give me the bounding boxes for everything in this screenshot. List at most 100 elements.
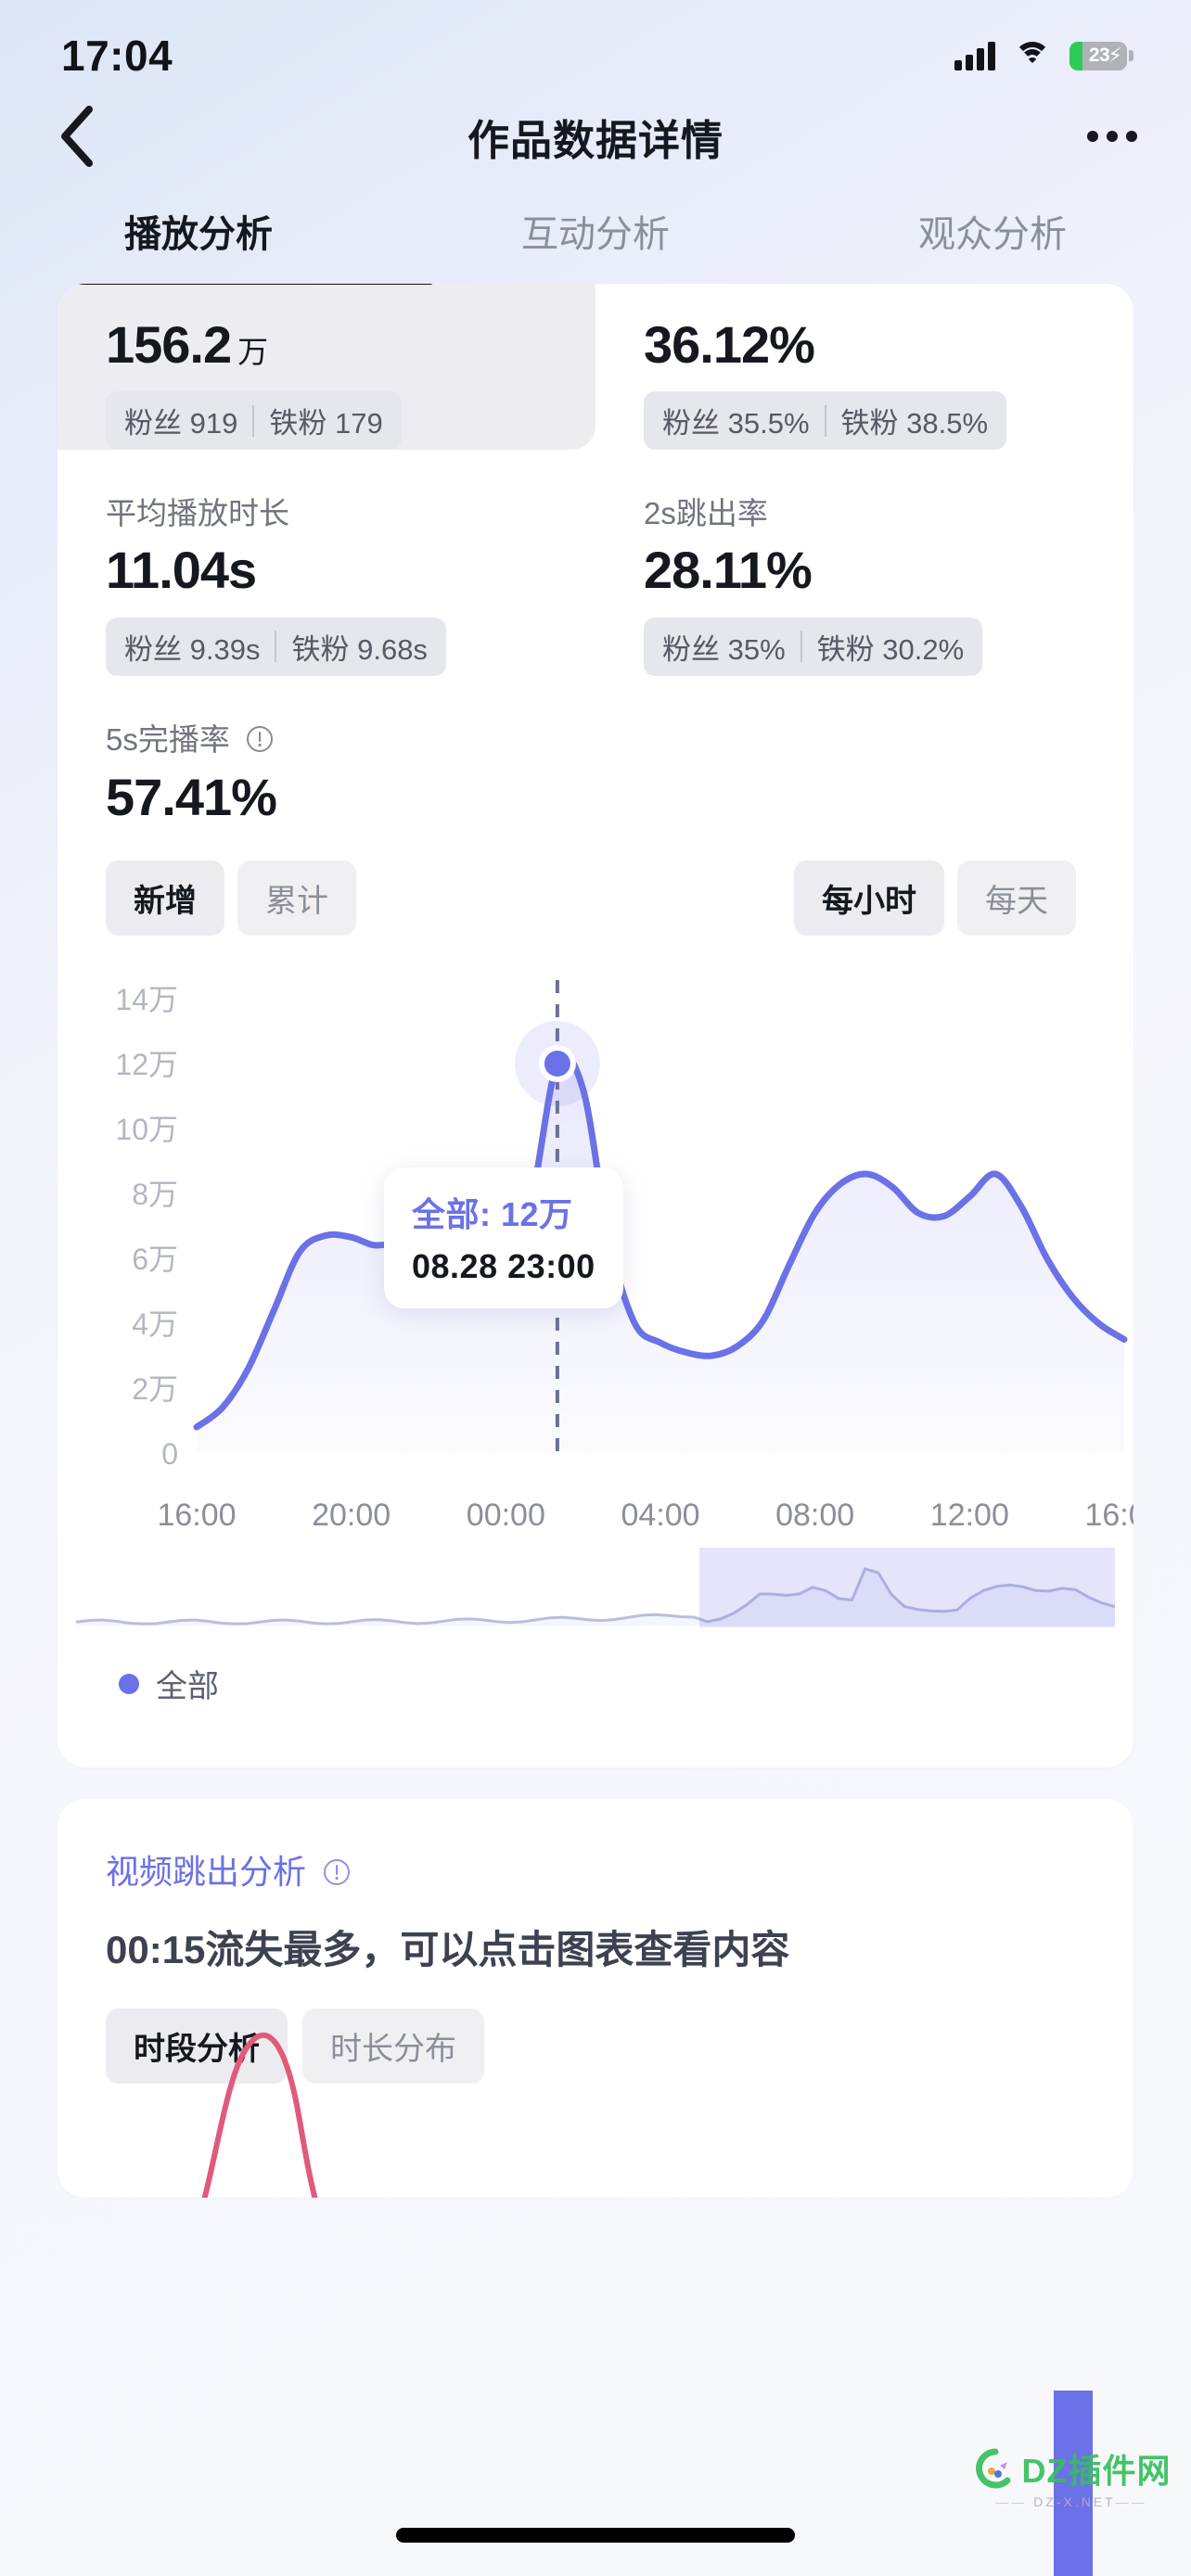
dropoff-curve-preview[interactable] [58,1957,1133,2199]
chip-value: 38.5% [906,407,989,440]
chart-x-axis: 16:00 20:00 00:00 04:00 08:00 12:00 16:00 [157,1498,1133,1533]
chip-key: 粉丝 [662,407,720,440]
tab-interaction-analysis[interactable]: 互动分析 [397,195,794,258]
status-bar: 17:04 23 ⚡ [0,0,1191,85]
metric-5s-completion-rate[interactable]: 5s完播率 57.41% [58,676,596,827]
chip-value: 919 [189,407,238,440]
metric-avg-watch-time[interactable]: 平均播放时长 11.04s 粉丝 9.39s 铁粉 9.68s [58,450,596,676]
x-axis-tick-label: 08:00 [775,1498,854,1533]
metric-label-text: 5s完播率 [106,721,230,757]
metric-breakdown-chip: 粉丝 35.5% 铁粉 38.5% [644,391,1007,451]
chip-value: 35% [727,632,786,666]
tab-label: 播放分析 [124,214,273,255]
info-circle-icon[interactable] [323,1855,351,1894]
metric-label: 平均播放时长 [106,496,289,531]
scroll-content[interactable]: 156.2 万 粉丝 919 铁粉 179 36.12% 粉丝 35.5% 铁粉… [0,284,1191,2229]
metric-value: 36.12% [644,315,815,374]
metric-breakdown-chip: 粉丝 9.39s 铁粉 9.68s [106,617,446,676]
active-tab-underline [58,284,434,285]
metric-breakdown-chip: 粉丝 919 铁粉 179 [106,391,402,451]
metric-breakdown-chip: 粉丝 35% 铁粉 30.2% [644,617,983,676]
chart-toggles: 新增 累计 每小时 每天 [58,827,1133,952]
chip-key: 铁粉 [816,632,875,666]
x-axis-tick-label: 16:00 [157,1498,236,1533]
legend-color-dot [119,1673,139,1694]
chip-separator [252,404,255,437]
playback-metrics-card: 156.2 万 粉丝 919 铁粉 179 36.12% 粉丝 35.5% 铁粉… [58,284,1133,1768]
y-axis-tick-label: 8万 [132,1178,178,1211]
metric-value: 11.04s [106,541,257,600]
chart-legend: 全部 [58,1642,1133,1743]
navigation-bar: 作品数据详情 [0,85,1191,187]
charging-bolt-icon: ⚡ [1108,44,1122,67]
playback-trend-chart[interactable]: 0 2万 4万 6万 8万 10万 12万 14万 16:00 20:00 00:00 04:00 0… [58,952,1133,1642]
wifi-icon [1014,42,1051,70]
status-bar-indicators: 23 ⚡ [954,41,1133,70]
tab-bar: 播放分析 互动分析 观众分析 [0,187,1191,284]
x-axis-tick-label: 04:00 [621,1498,699,1533]
chip-key: 铁粉 [840,407,899,440]
x-axis-tick-label: 12:00 [930,1498,1009,1533]
tab-playback-analysis[interactable]: 播放分析 [0,195,397,258]
watermark-subtext: DZ-X.NET [965,2494,1178,2509]
watermark-text: DZ插件网 [1021,2452,1172,2490]
y-axis-tick-label: 2万 [132,1372,178,1406]
x-axis-tick-label: 20:00 [312,1498,391,1533]
chevron-left-icon [61,106,93,167]
chart-area-fill [197,1055,1124,1454]
chip-key: 铁粉 [269,407,327,440]
toggle-hourly[interactable]: 每小时 [794,861,944,937]
chip-value: 9.39s [189,632,261,666]
metric-completion-rate[interactable]: 36.12% 粉丝 35.5% 铁粉 38.5% [596,284,1133,451]
toggle-cumulative[interactable]: 累计 [237,861,356,937]
info-circle-icon[interactable] [246,725,274,760]
chip-value: 30.2% [882,632,965,666]
more-options-button[interactable] [1074,96,1150,176]
metric-total-plays[interactable]: 156.2 万 粉丝 919 铁粉 179 [58,284,596,451]
chart-plot-area [193,980,1128,1461]
y-axis-tick-label: 12万 [115,1048,178,1081]
x-axis-tick-label: 16:00 [1084,1498,1133,1533]
metric-label: 2s跳出率 [644,496,768,531]
video-dropoff-link[interactable]: 视频跳出分析 [106,1845,1085,1894]
metrics-grid: 156.2 万 粉丝 919 铁粉 179 36.12% 粉丝 35.5% 铁粉… [58,284,1133,827]
chip-value: 179 [334,407,383,440]
watermark: DZ插件网 DZ-X.NET [965,2444,1178,2509]
back-button[interactable] [37,96,117,176]
status-bar-time: 17:04 [61,32,173,80]
metric-2s-bounce-rate[interactable]: 2s跳出率 28.11% 粉丝 35% 铁粉 30.2% [596,450,1133,676]
battery-icon: 23 ⚡ [1069,41,1133,70]
chip-key: 铁粉 [291,632,350,666]
home-indicator [396,2528,795,2543]
toggle-new[interactable]: 新增 [106,861,224,937]
y-axis-tick-label: 0 [161,1437,178,1471]
metric-empty-cell [596,676,1133,827]
cellular-signal-icon [954,41,995,70]
tooltip-timestamp: 08.28 23:00 [412,1247,596,1286]
chip-value: 9.68s [357,632,428,666]
toggle-daily[interactable]: 每天 [957,861,1076,937]
dz-logo-icon [975,2448,1010,2489]
chip-key: 粉丝 [124,632,182,666]
legend-label: 全部 [156,1669,219,1705]
tab-label: 互动分析 [521,214,670,255]
metric-value: 57.41% [106,767,277,826]
chip-separator [800,631,802,663]
x-axis-tick-label: 00:00 [467,1498,545,1533]
y-axis-tick-label: 6万 [132,1243,178,1276]
chart-range-brush[interactable] [58,1540,1133,1642]
more-horizontal-icon [1087,131,1098,142]
y-axis-tick-label: 10万 [115,1113,178,1146]
chip-key: 粉丝 [124,407,182,440]
metric-value: 156.2 万 [106,315,269,374]
tab-audience-analysis[interactable]: 观众分析 [794,195,1191,258]
y-axis-tick-label: 14万 [115,983,178,1016]
page-title: 作品数据详情 [467,116,724,164]
chip-separator [824,404,826,437]
granularity-toggle-group: 每小时 每天 [794,861,1076,937]
brush-selection-window[interactable] [699,1548,1115,1628]
chip-key: 粉丝 [662,632,720,666]
series-mode-toggle-group: 新增 累计 [106,861,356,937]
video-dropoff-analysis-card: 视频跳出分析 00:15流失最多，可以点击图表查看内容 时段分析 时长分布 [58,1799,1133,2199]
chart-marker-dot[interactable] [544,1051,570,1078]
